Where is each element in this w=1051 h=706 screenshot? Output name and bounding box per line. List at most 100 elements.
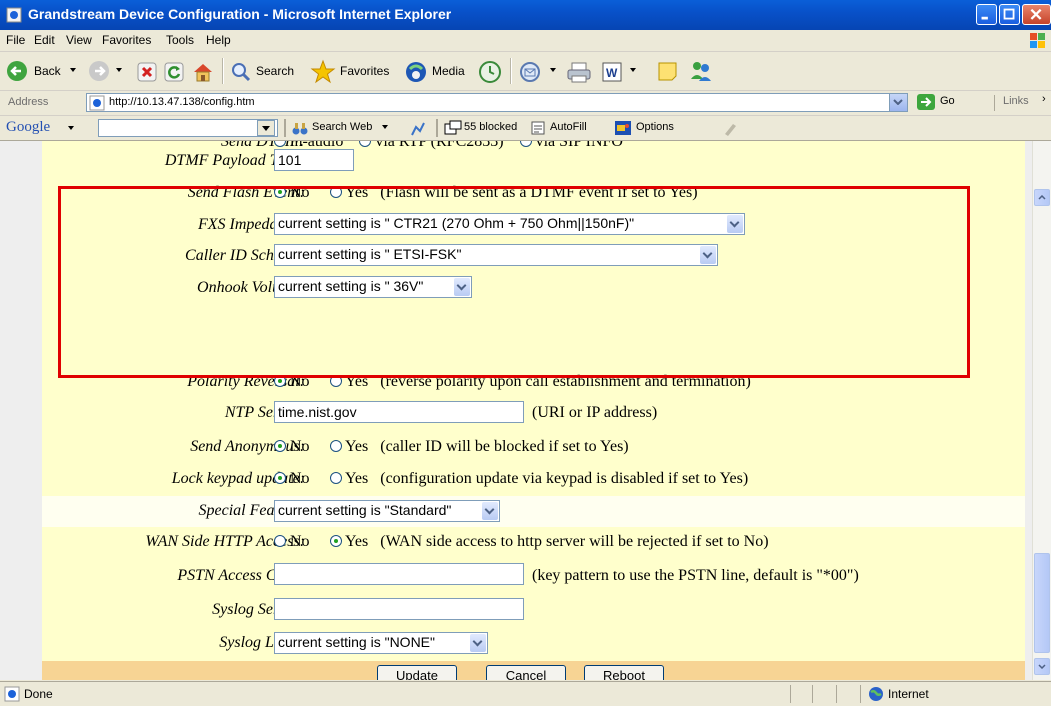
forward-dropdown-icon (116, 68, 122, 72)
title-bar: Grandstream Device Configuration - Micro… (0, 0, 1051, 30)
menu-view[interactable]: View (66, 33, 92, 47)
discuss-icon[interactable] (656, 59, 682, 85)
search-web-label: Search Web (312, 121, 373, 133)
send-anonymous-row: Send Anonymous: No Yes (caller ID will b… (42, 433, 1025, 464)
minimize-button[interactable] (976, 4, 997, 25)
ntp-server-input[interactable]: time.nist.gov (274, 401, 524, 423)
wan-http-no-radio[interactable] (274, 535, 286, 547)
highlighter-icon[interactable] (722, 121, 738, 137)
links-button[interactable]: Links (1003, 95, 1029, 107)
refresh-icon[interactable] (163, 61, 185, 83)
send-anonymous-note: (caller ID will be blocked if set to Yes… (380, 438, 629, 455)
lock-keypad-note: (configuration update via keypad is disa… (380, 470, 749, 487)
send-dtmf-sipinfo-radio[interactable] (519, 141, 532, 147)
address-input[interactable]: http://10.13.47.138/config.htm (86, 93, 908, 112)
ie-page-icon (89, 95, 105, 111)
scroll-thumb[interactable] (1034, 553, 1050, 653)
chevron-down-icon[interactable] (482, 502, 498, 520)
search-web-button[interactable]: Search Web (292, 119, 396, 137)
google-options-button[interactable]: Options (614, 119, 704, 137)
status-separator (860, 685, 861, 703)
wan-http-row: WAN Side HTTP Access: No Yes (WAN side a… (42, 529, 1025, 560)
mail-button[interactable] (516, 56, 562, 86)
back-label: Back (34, 64, 61, 78)
lock-keypad-no-label: No (290, 470, 310, 487)
messenger-icon[interactable] (688, 59, 714, 85)
blocked-count-label: 55 blocked (464, 121, 518, 133)
menu-favorites[interactable]: Favorites (102, 33, 151, 47)
close-button[interactable] (1022, 4, 1051, 25)
scroll-down-button[interactable] (1034, 658, 1050, 675)
svg-text:W: W (606, 66, 618, 80)
special-feature-row: Special Feature: current setting is "Sta… (42, 496, 1025, 527)
search-icon (232, 63, 251, 82)
special-feature-select[interactable]: current setting is "Standard" (274, 500, 500, 522)
address-bar: Address http://10.13.47.138/config.htm G… (0, 91, 1051, 116)
back-button[interactable]: Back (4, 56, 84, 86)
home-icon[interactable] (191, 60, 215, 84)
syslog-level-value: current setting is "NONE" (278, 634, 435, 650)
pagerank-icon[interactable] (410, 121, 426, 137)
update-button[interactable]: Update (377, 665, 457, 680)
menu-file[interactable]: File (6, 33, 25, 47)
menu-bar: File Edit View Favorites Tools Help (0, 30, 1051, 52)
status-text: Done (24, 687, 53, 701)
chevron-down-icon[interactable] (470, 634, 486, 652)
menu-tools[interactable]: Tools (166, 33, 194, 47)
go-button[interactable]: Go (914, 92, 984, 112)
popup-blocker-button[interactable]: 55 blocked (444, 119, 526, 137)
syslog-server-row: Syslog Server: (42, 595, 1025, 626)
window-title: Grandstream Device Configuration - Micro… (28, 6, 452, 22)
menu-help[interactable]: Help (206, 33, 231, 47)
syslog-level-select[interactable]: current setting is "NONE" (274, 632, 488, 654)
toolbar-separator (510, 58, 512, 84)
google-menu-button[interactable]: Google (6, 119, 94, 137)
stop-icon[interactable] (136, 61, 158, 83)
reboot-button[interactable]: Reboot (584, 665, 664, 680)
google-search-input[interactable] (98, 119, 278, 137)
favorites-button[interactable]: Favorites (310, 56, 402, 86)
send-dtmf-inaudio-radio[interactable] (274, 141, 286, 147)
mail-icon (520, 62, 540, 82)
lock-keypad-yes-label: Yes (344, 470, 369, 487)
edit-button[interactable]: W (600, 56, 652, 86)
print-icon[interactable] (566, 60, 592, 84)
toolbar-separator (284, 119, 286, 137)
pstn-code-input[interactable] (274, 563, 524, 585)
close-icon (1030, 8, 1042, 20)
scroll-up-button[interactable] (1034, 189, 1050, 206)
ntp-server-note: (URI or IP address) (532, 404, 658, 421)
binoculars-icon (292, 123, 308, 135)
vertical-scrollbar[interactable] (1032, 141, 1051, 680)
send-anonymous-yes-radio[interactable] (329, 440, 342, 452)
maximize-icon (1003, 8, 1015, 20)
autofill-button[interactable]: AutoFill (530, 119, 606, 137)
mail-dropdown-icon (550, 68, 556, 72)
maximize-button[interactable] (999, 4, 1020, 25)
cancel-button[interactable]: Cancel (486, 665, 566, 680)
status-separator (836, 685, 837, 703)
google-history-dropdown[interactable] (257, 120, 275, 136)
internet-globe-icon (869, 687, 883, 701)
lock-keypad-no-radio[interactable] (274, 472, 286, 484)
wan-http-yes-radio[interactable] (329, 535, 342, 547)
google-toolbar: Google Search Web 55 blocked AutoFill Op… (0, 116, 1051, 141)
menu-edit[interactable]: Edit (34, 33, 55, 47)
forward-button[interactable] (88, 56, 130, 86)
chevron-down-icon (1038, 664, 1046, 669)
windows-logo-icon (1030, 33, 1045, 48)
edit-dropdown-icon (630, 68, 636, 72)
syslog-server-input[interactable] (274, 598, 524, 620)
favorites-star-icon (310, 59, 336, 84)
lock-keypad-yes-radio[interactable] (329, 472, 342, 484)
search-button[interactable]: Search (228, 56, 308, 86)
dtmf-payload-input[interactable]: 101 (274, 149, 354, 171)
send-anonymous-options: No Yes (caller ID will be blocked if set… (274, 438, 629, 456)
special-feature-value: current setting is "Standard" (278, 502, 452, 518)
address-dropdown-button[interactable] (889, 94, 907, 111)
links-chevron-icon[interactable]: › (1042, 93, 1046, 105)
send-dtmf-rtp-radio[interactable] (359, 141, 372, 147)
history-icon[interactable] (478, 60, 502, 84)
send-anonymous-no-radio[interactable] (274, 440, 286, 452)
media-button[interactable]: Media (404, 56, 476, 86)
